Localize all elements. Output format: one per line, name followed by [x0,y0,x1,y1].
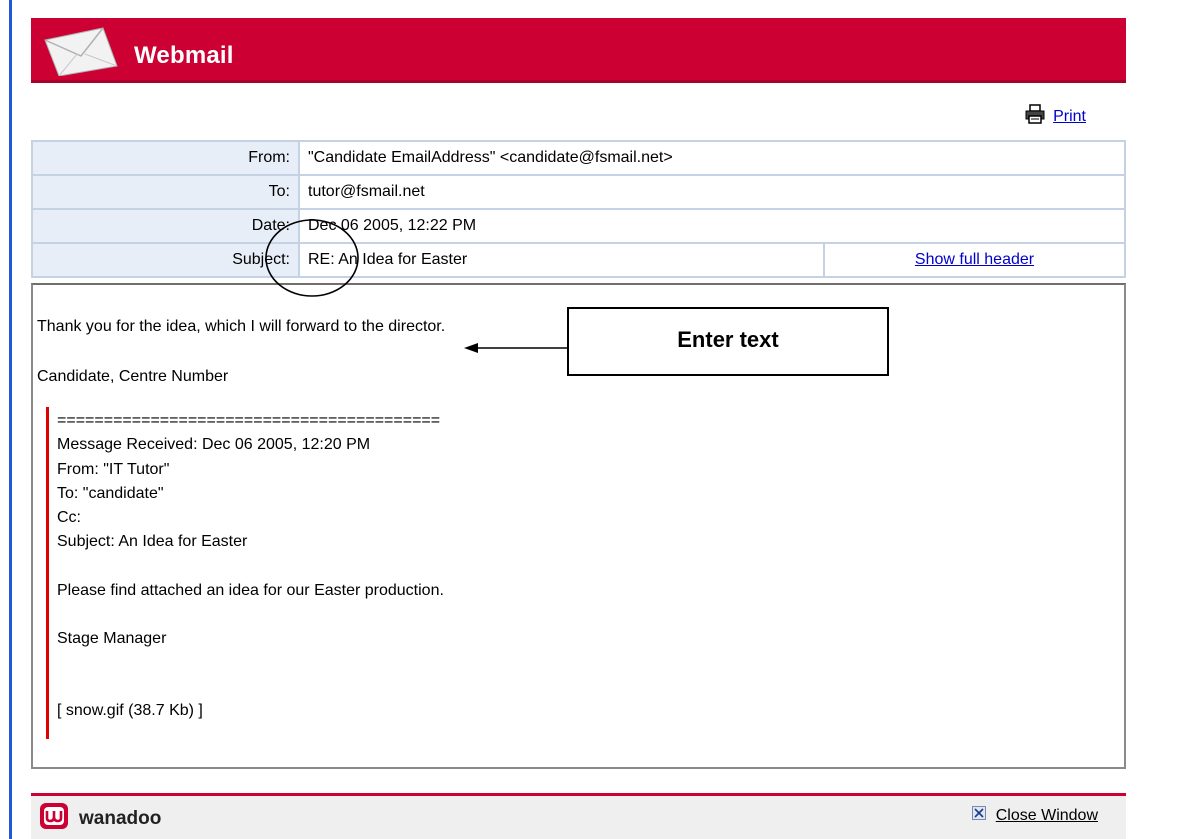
envelope-icon [41,26,121,81]
left-border-rule [9,0,12,839]
app-header: Webmail [31,18,1126,83]
quoted-line: Please find attached an idea for our Eas… [57,581,444,599]
body-reply-line: Thank you for the idea, which I will for… [37,318,446,335]
brand-name: wanadoo [79,807,162,829]
subject-label: Subject: [31,242,300,278]
enter-text-callout: Enter text [567,307,889,376]
to-row: To: tutor@fsmail.net [31,174,1126,210]
quoted-line: Stage Manager [57,630,167,648]
quoted-line: ========================================… [57,412,441,429]
quoted-line: From: "IT Tutor" [57,460,170,478]
date-value: Dec 06 2005, 12:22 PM [298,208,1126,244]
quoted-line [57,603,444,627]
wanadoo-logo-icon [39,802,69,835]
date-label: Date: [31,208,300,244]
close-window-link[interactable]: Close Window [996,807,1098,825]
subject-value: RE: An Idea for Easter [298,242,825,278]
quoted-line [57,675,444,699]
to-value: tutor@fsmail.net [298,174,1126,210]
from-row: From: "Candidate EmailAddress" <candidat… [31,140,1126,176]
print-link[interactable]: Print [1053,108,1086,126]
subject-row: Subject: RE: An Idea for Easter Show ful… [31,242,1126,278]
from-label: From: [31,140,300,176]
wanadoo-logo: wanadoo [39,802,161,835]
print-control[interactable]: Print [1025,104,1086,129]
quoted-line: Message Received: Dec 06 2005, 12:20 PM [57,436,371,454]
app-footer: wanadoo Close Window [31,793,1126,839]
quoted-line: Cc: [57,509,81,527]
from-value: "Candidate EmailAddress" <candidate@fsma… [298,140,1126,176]
printer-icon[interactable] [1025,104,1045,129]
annotation-arrow [462,338,568,363]
quoted-line [57,555,444,579]
show-full-header-cell: Show full header [823,242,1126,278]
close-x-icon[interactable] [971,806,986,825]
date-row: Date: Dec 06 2005, 12:22 PM [31,208,1126,244]
show-full-header-link[interactable]: Show full header [915,251,1034,268]
quote-bar [46,407,49,739]
close-window-control[interactable]: Close Window [971,806,1098,825]
app-title: Webmail [134,42,234,69]
quoted-line: Subject: An Idea for Easter [57,533,248,551]
attachment-line: [ snow.gif (38.7 Kb) ] [57,702,203,720]
to-label: To: [31,174,300,210]
annotation-circle [264,218,364,307]
quoted-message: ========================================… [57,409,444,724]
body-signature-line: Candidate, Centre Number [37,368,229,385]
message-headers-table: From: "Candidate EmailAddress" <candidat… [31,140,1126,278]
quoted-line [57,651,444,675]
quoted-line: To: "candidate" [57,484,164,502]
